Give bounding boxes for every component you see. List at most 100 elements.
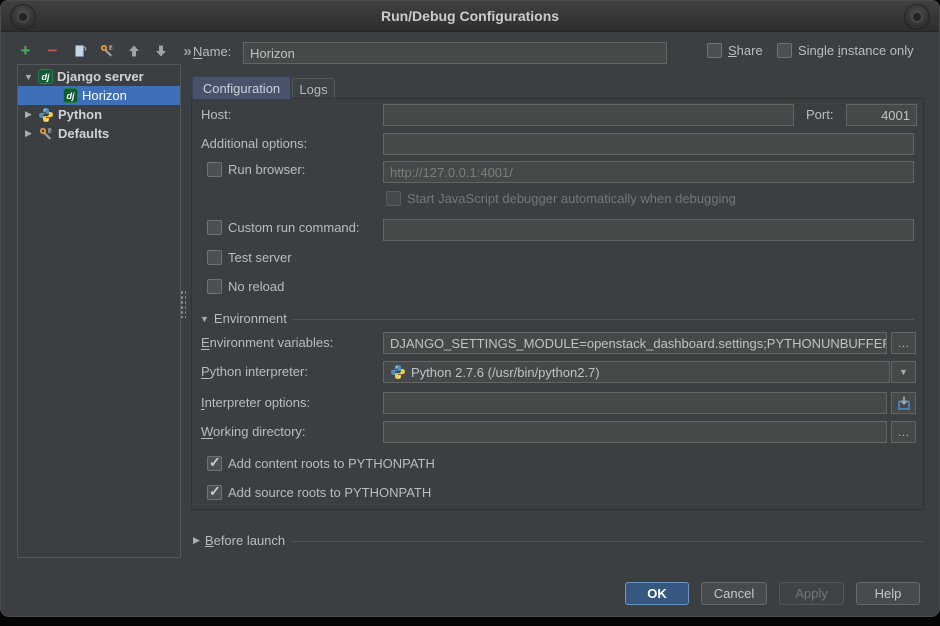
edit-defaults-icon[interactable] <box>98 43 115 60</box>
custom-run-command-label: Custom run command: <box>228 220 360 235</box>
section-collapse-icon[interactable]: ▼ <box>200 314 209 324</box>
run-browser-checkbox[interactable] <box>207 162 222 177</box>
no-reload-checkbox[interactable] <box>207 279 222 294</box>
tree-item-label: Defaults <box>58 126 109 141</box>
custom-run-command-input[interactable] <box>383 219 914 241</box>
python-icon <box>38 107 54 123</box>
check-icon: ✓ <box>209 483 221 500</box>
add-content-roots-checkbox-row[interactable]: ✓ Add content roots to PYTHONPATH <box>207 456 435 471</box>
cancel-button[interactable]: Cancel <box>701 582 767 605</box>
tab-logs[interactable]: Logs <box>292 78 335 99</box>
working-directory-label: Working directory: <box>201 421 306 443</box>
js-debugger-label: Start JavaScript debugger automatically … <box>407 191 736 206</box>
expand-icon[interactable]: ▶ <box>23 109 34 120</box>
environment-variables-input[interactable]: DJANGO_SETTINGS_MODULE=openstack_dashboa… <box>383 332 887 354</box>
python-interpreter-label: Python interpreter: <box>201 361 308 383</box>
python-interpreter-value: Python 2.7.6 (/usr/bin/python2.7) <box>411 365 600 380</box>
single-instance-checkbox[interactable] <box>777 43 792 58</box>
tree-item-label: Horizon <box>82 88 127 103</box>
check-icon: ✓ <box>209 454 221 471</box>
tree-item-django-server[interactable]: ▼ dj Django server <box>18 67 180 86</box>
no-reload-checkbox-row[interactable]: No reload <box>207 279 284 294</box>
titlebar[interactable]: Run/Debug Configurations <box>1 1 939 32</box>
help-button[interactable]: Help <box>856 582 920 605</box>
before-launch-label: Before launch <box>205 533 285 548</box>
tree-item-python[interactable]: ▶ Python <box>18 105 180 124</box>
configurations-tree: ▼ dj Django server dj Horizon ▶ Python ▶… <box>17 64 181 558</box>
before-launch-divider <box>291 541 923 542</box>
section-expand-icon[interactable]: ▶ <box>193 535 200 546</box>
defaults-wrench-icon <box>38 126 54 142</box>
django-icon: dj <box>38 69 53 84</box>
window-close-icon <box>911 11 923 23</box>
name-input[interactable]: Horizon <box>243 42 667 64</box>
share-checkbox[interactable] <box>707 43 722 58</box>
add-content-roots-label: Add content roots to PYTHONPATH <box>228 456 435 471</box>
test-server-label: Test server <box>228 250 292 265</box>
apply-button[interactable]: Apply <box>779 582 844 605</box>
host-input[interactable] <box>383 104 794 126</box>
additional-options-label: Additional options: <box>201 133 307 155</box>
chevron-down-icon: ▼ <box>899 367 908 377</box>
js-debugger-checkbox[interactable] <box>386 191 401 206</box>
remove-configuration-icon[interactable]: − <box>44 43 61 60</box>
window-title: Run/Debug Configurations <box>1 8 939 24</box>
test-server-checkbox[interactable] <box>207 250 222 265</box>
test-server-checkbox-row[interactable]: Test server <box>207 250 292 265</box>
tree-item-label: Django server <box>57 69 144 84</box>
configuration-tab-panel <box>191 98 924 510</box>
environment-section-header[interactable]: ▼ Environment <box>200 311 287 326</box>
interpreter-options-expand-button[interactable] <box>891 392 916 414</box>
working-directory-input[interactable] <box>383 421 887 443</box>
share-checkbox-row[interactable]: Share <box>707 43 763 58</box>
add-configuration-icon[interactable]: + <box>17 43 34 60</box>
ellipsis-icon: … <box>898 425 910 439</box>
django-icon: dj <box>63 88 78 103</box>
environment-section-divider <box>293 319 914 320</box>
desktop-background: Run/Debug Configurations + − » ▼ <box>0 0 940 626</box>
tree-item-label: Python <box>58 107 102 122</box>
environment-variables-browse-button[interactable]: … <box>891 332 916 354</box>
custom-run-command-checkbox-row[interactable]: Custom run command: <box>207 220 360 235</box>
port-input[interactable]: 4001 <box>846 104 917 126</box>
no-reload-label: No reload <box>228 279 284 294</box>
configurations-toolbar: + − » <box>17 39 196 63</box>
add-source-roots-checkbox[interactable]: ✓ <box>207 485 222 500</box>
add-source-roots-checkbox-row[interactable]: ✓ Add source roots to PYTHONPATH <box>207 485 431 500</box>
expand-field-icon <box>896 395 912 411</box>
copy-configuration-icon[interactable] <box>71 43 88 60</box>
python-interpreter-dropdown-button[interactable]: ▼ <box>891 361 916 383</box>
before-launch-section-header[interactable]: ▶ Before launch <box>193 533 285 548</box>
js-debugger-checkbox-row[interactable]: Start JavaScript debugger automatically … <box>386 191 736 206</box>
single-instance-checkbox-row[interactable]: Single instance only <box>777 43 914 58</box>
move-up-icon[interactable] <box>125 43 142 60</box>
working-directory-browse-button[interactable]: … <box>891 421 916 443</box>
share-label: Share <box>728 43 763 58</box>
add-source-roots-label: Add source roots to PYTHONPATH <box>228 485 431 500</box>
additional-options-input[interactable] <box>383 133 914 155</box>
run-browser-label: Run browser: <box>228 162 305 177</box>
python-interpreter-combobox[interactable]: Python 2.7.6 (/usr/bin/python2.7) <box>383 361 890 383</box>
python-icon <box>390 364 406 380</box>
port-label: Port: <box>806 104 833 126</box>
expand-icon[interactable]: ▶ <box>23 128 34 139</box>
collapse-icon[interactable]: ▼ <box>23 72 34 82</box>
run-browser-url-input[interactable]: http://127.0.0.1:4001/ <box>383 161 914 183</box>
window-close-button[interactable] <box>904 4 930 30</box>
environment-section-label: Environment <box>214 311 287 326</box>
host-label: Host: <box>201 104 231 126</box>
tree-item-defaults[interactable]: ▶ Defaults <box>18 124 180 143</box>
tab-configuration[interactable]: Configuration <box>192 76 291 99</box>
run-browser-checkbox-row[interactable]: Run browser: <box>207 162 305 177</box>
tree-item-horizon[interactable]: dj Horizon <box>18 86 180 105</box>
ok-button[interactable]: OK <box>625 582 689 605</box>
run-debug-configurations-dialog: Run/Debug Configurations + − » ▼ <box>0 0 940 617</box>
environment-variables-label: Environment variables: <box>201 332 333 354</box>
interpreter-options-input[interactable] <box>383 392 887 414</box>
ellipsis-icon: … <box>898 336 910 350</box>
custom-run-command-checkbox[interactable] <box>207 220 222 235</box>
add-content-roots-checkbox[interactable]: ✓ <box>207 456 222 471</box>
interpreter-options-label: Interpreter options: <box>201 392 310 414</box>
move-down-icon[interactable] <box>152 43 169 60</box>
tree-panel-splitter[interactable] <box>179 289 186 318</box>
